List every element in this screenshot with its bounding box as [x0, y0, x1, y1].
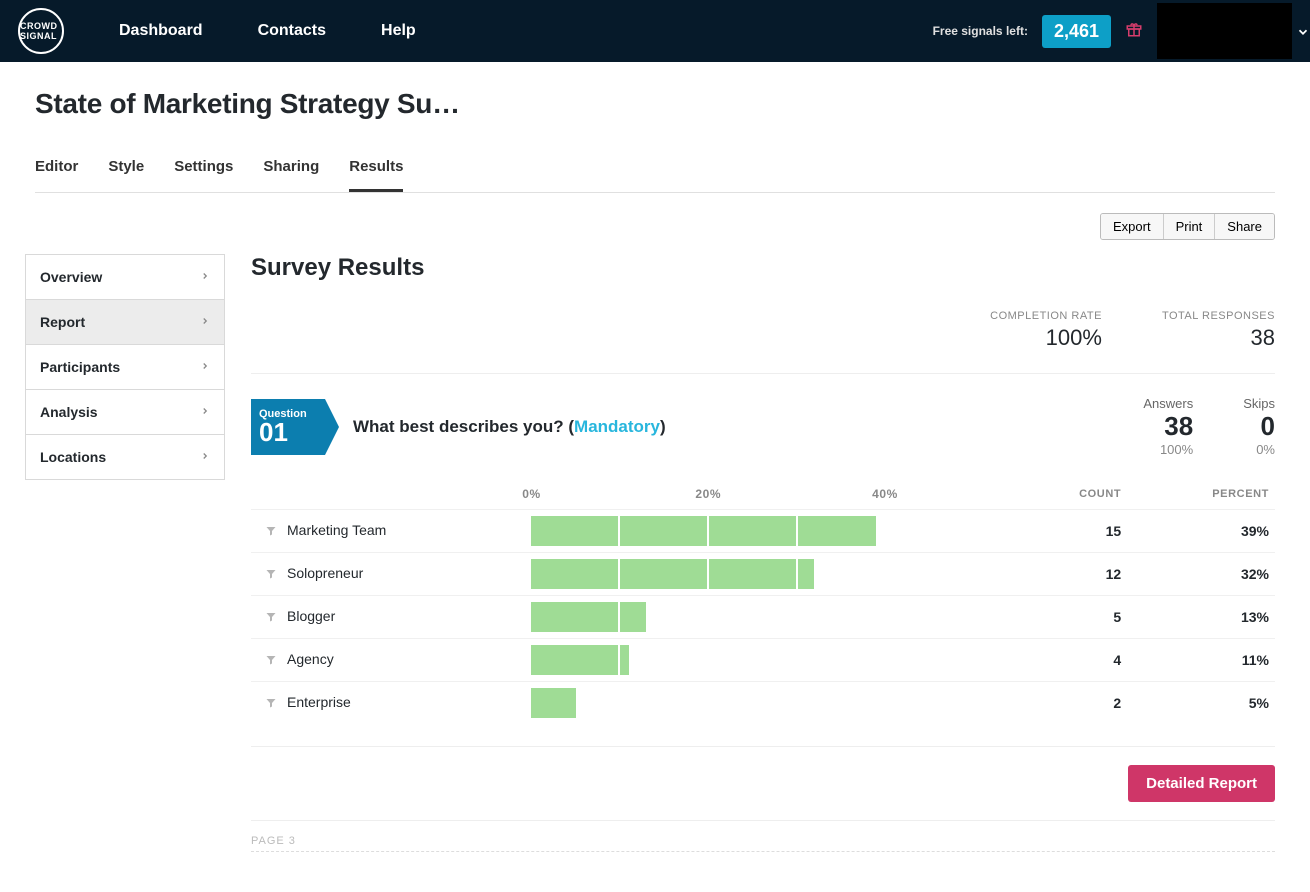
count-cell: 2: [979, 682, 1127, 725]
completion-label: COMPLETION RATE: [990, 310, 1102, 322]
option-cell: Blogger: [251, 596, 525, 639]
skips-stat: Skips 0 0%: [1243, 396, 1275, 457]
bar-cell: [525, 553, 979, 596]
sidebar-item-label: Overview: [40, 269, 102, 285]
sidebar-item-label: Participants: [40, 359, 120, 375]
question-ribbon: Question 01: [251, 399, 325, 455]
print-button[interactable]: Print: [1164, 214, 1216, 239]
count-header: COUNT: [979, 479, 1127, 510]
results-sidebar: Overview Report Participants Analysis Lo…: [25, 254, 225, 480]
chevron-right-icon: [200, 270, 210, 284]
total-value: 38: [1162, 325, 1275, 351]
chevron-right-icon: [200, 360, 210, 374]
nav-links: Dashboard Contacts Help: [119, 22, 416, 40]
table-row: Enterprise 25%: [251, 682, 1275, 725]
filter-icon[interactable]: [265, 653, 277, 669]
sidebar-item-label: Report: [40, 314, 85, 330]
top-nav: CROWD SIGNAL Dashboard Contacts Help Fre…: [0, 0, 1310, 62]
option-label: Marketing Team: [287, 522, 386, 538]
option-label: Agency: [287, 651, 334, 667]
count-cell: 5: [979, 596, 1127, 639]
sidebar-item-analysis[interactable]: Analysis: [26, 390, 224, 435]
percent-cell: 32%: [1127, 553, 1275, 596]
option-label: Blogger: [287, 608, 335, 624]
percent-cell: 11%: [1127, 639, 1275, 682]
results-heading: Survey Results: [251, 254, 1275, 282]
sidebar-item-report[interactable]: Report: [26, 300, 224, 345]
chevron-right-icon: [200, 405, 210, 419]
results-table: 0% 20% 40% COUNT PERCENT Marketing Team 1…: [251, 479, 1275, 724]
export-button[interactable]: Export: [1101, 214, 1164, 239]
share-button[interactable]: Share: [1215, 214, 1274, 239]
sidebar-item-label: Locations: [40, 449, 106, 465]
gift-icon[interactable]: [1125, 20, 1143, 43]
nav-help[interactable]: Help: [381, 22, 416, 40]
nav-right: Free signals left: 2,461: [933, 3, 1292, 59]
tab-style[interactable]: Style: [108, 148, 144, 192]
option-label: Solopreneur: [287, 565, 363, 581]
sidebar-item-locations[interactable]: Locations: [26, 435, 224, 479]
count-cell: 4: [979, 639, 1127, 682]
axis-ticks: 0% 20% 40%: [531, 487, 973, 501]
tab-sharing[interactable]: Sharing: [263, 148, 319, 192]
bar-cell: [525, 510, 979, 553]
table-row: Agency 411%: [251, 639, 1275, 682]
question-number: 01: [259, 420, 325, 445]
chevron-right-icon: [200, 450, 210, 464]
percent-cell: 13%: [1127, 596, 1275, 639]
count-cell: 12: [979, 553, 1127, 596]
survey-title: State of Marketing Strategy Su…: [35, 88, 1290, 120]
completion-value: 100%: [990, 325, 1102, 351]
percent-header: PERCENT: [1127, 479, 1275, 510]
results-toolbar: Export Print Share: [20, 213, 1275, 240]
answers-stat: Answers 38 100%: [1143, 396, 1193, 457]
question-stats: Answers 38 100% Skips 0 0%: [1143, 396, 1275, 457]
percent-cell: 39%: [1127, 510, 1275, 553]
tab-editor[interactable]: Editor: [35, 148, 78, 192]
bar-cell: [525, 639, 979, 682]
mandatory-tag: Mandatory: [574, 417, 660, 436]
nav-contacts[interactable]: Contacts: [258, 22, 326, 40]
count-cell: 15: [979, 510, 1127, 553]
percent-cell: 5%: [1127, 682, 1275, 725]
filter-icon[interactable]: [265, 696, 277, 712]
filter-icon[interactable]: [265, 610, 277, 626]
filter-icon[interactable]: [265, 567, 277, 583]
sidebar-item-overview[interactable]: Overview: [26, 255, 224, 300]
nav-dashboard[interactable]: Dashboard: [119, 22, 203, 40]
chevron-right-icon: [200, 315, 210, 329]
completion-rate: COMPLETION RATE 100%: [990, 310, 1102, 351]
total-responses: TOTAL RESPONSES 38: [1162, 310, 1275, 351]
option-cell: Enterprise: [251, 682, 525, 725]
detailed-report-button[interactable]: Detailed Report: [1128, 765, 1275, 802]
bar-cell: [525, 682, 979, 725]
question-text: What best describes you? (Mandatory): [353, 417, 666, 437]
filter-icon[interactable]: [265, 524, 277, 540]
subnav-tabs: Editor Style Settings Sharing Results: [35, 148, 1275, 193]
table-row: Blogger 513%: [251, 596, 1275, 639]
option-cell: Solopreneur: [251, 553, 525, 596]
page-indicator: PAGE 3: [251, 835, 1275, 852]
free-signals-badge[interactable]: 2,461: [1042, 15, 1111, 48]
option-cell: Agency: [251, 639, 525, 682]
sidebar-item-label: Analysis: [40, 404, 98, 420]
results-main: Survey Results COMPLETION RATE 100% TOTA…: [251, 254, 1275, 852]
tab-settings[interactable]: Settings: [174, 148, 233, 192]
table-row: Marketing Team 1539%: [251, 510, 1275, 553]
detailed-report-wrap: Detailed Report: [251, 746, 1275, 821]
sidebar-item-participants[interactable]: Participants: [26, 345, 224, 390]
logo[interactable]: CROWD SIGNAL: [18, 8, 64, 54]
summary-row: COMPLETION RATE 100% TOTAL RESPONSES 38: [251, 300, 1275, 374]
option-label: Enterprise: [287, 694, 351, 710]
bar-cell: [525, 596, 979, 639]
total-label: TOTAL RESPONSES: [1162, 310, 1275, 322]
free-signals-label: Free signals left:: [933, 24, 1028, 38]
question-header: Question 01 What best describes you? (Ma…: [251, 388, 1275, 461]
table-row: Solopreneur 1232%: [251, 553, 1275, 596]
chevron-down-icon: [1296, 25, 1310, 44]
tab-results[interactable]: Results: [349, 148, 403, 192]
account-menu[interactable]: [1157, 3, 1292, 59]
option-cell: Marketing Team: [251, 510, 525, 553]
